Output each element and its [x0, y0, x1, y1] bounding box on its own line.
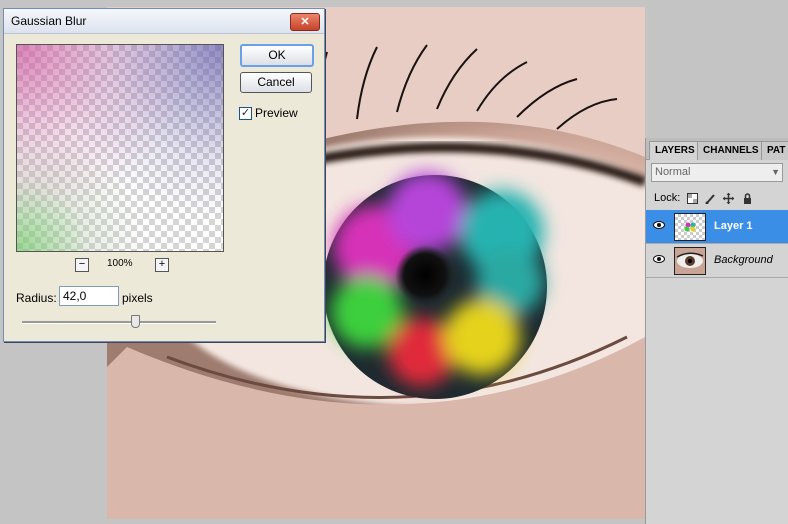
preview-checkbox[interactable]: ✓: [239, 107, 252, 120]
lock-position-icon[interactable]: [723, 192, 735, 204]
radius-input[interactable]: [59, 286, 119, 306]
close-button[interactable]: ✕: [290, 13, 320, 31]
layer-name: Background: [714, 254, 773, 266]
blend-mode-select[interactable]: Normal ▼: [651, 163, 783, 182]
radius-unit: pixels: [122, 291, 153, 305]
lock-pixels-icon[interactable]: [705, 193, 716, 204]
lock-row: Lock:: [654, 192, 753, 204]
chevron-down-icon: ▼: [771, 167, 780, 177]
lock-all-icon[interactable]: [742, 192, 753, 204]
dialog-titlebar[interactable]: Gaussian Blur ✕: [4, 9, 324, 34]
zoom-out-button[interactable]: −: [75, 258, 89, 272]
cancel-button[interactable]: Cancel: [240, 72, 312, 93]
preview-image: [17, 45, 223, 251]
eye-icon[interactable]: [653, 254, 665, 264]
radius-slider-track[interactable]: [22, 321, 216, 324]
radius-slider-thumb[interactable]: [131, 315, 140, 328]
layer-thumbnail: [674, 213, 706, 241]
panel-tabs: LAYERS CHANNELS PAT: [646, 138, 788, 160]
eye-icon[interactable]: [653, 220, 665, 230]
preview-label: Preview: [255, 106, 298, 120]
layer-thumbnail: [674, 247, 706, 275]
lock-transparency-icon[interactable]: [687, 192, 699, 204]
layers-panel: LAYERS CHANNELS PAT Normal ▼ Lock: Layer…: [645, 138, 788, 524]
tab-paths[interactable]: PAT: [761, 141, 788, 160]
tab-channels[interactable]: CHANNELS: [697, 141, 765, 160]
zoom-in-button[interactable]: +: [155, 258, 169, 272]
dialog-title: Gaussian Blur: [11, 14, 87, 28]
zoom-level: 100%: [107, 258, 133, 269]
lock-label: Lock:: [654, 192, 681, 204]
layer-row-background[interactable]: Background: [646, 244, 788, 278]
blend-mode-value: Normal: [655, 166, 691, 178]
gaussian-blur-dialog: Gaussian Blur ✕ − 100% + OK Cancel ✓ Pre…: [3, 8, 325, 342]
layer-row-layer-1[interactable]: Layer 1: [646, 210, 788, 244]
tab-layers[interactable]: LAYERS: [649, 141, 701, 160]
ok-button[interactable]: OK: [240, 44, 314, 67]
blur-preview[interactable]: [16, 44, 224, 252]
layer-name: Layer 1: [714, 220, 753, 232]
radius-label: Radius:: [16, 291, 57, 305]
